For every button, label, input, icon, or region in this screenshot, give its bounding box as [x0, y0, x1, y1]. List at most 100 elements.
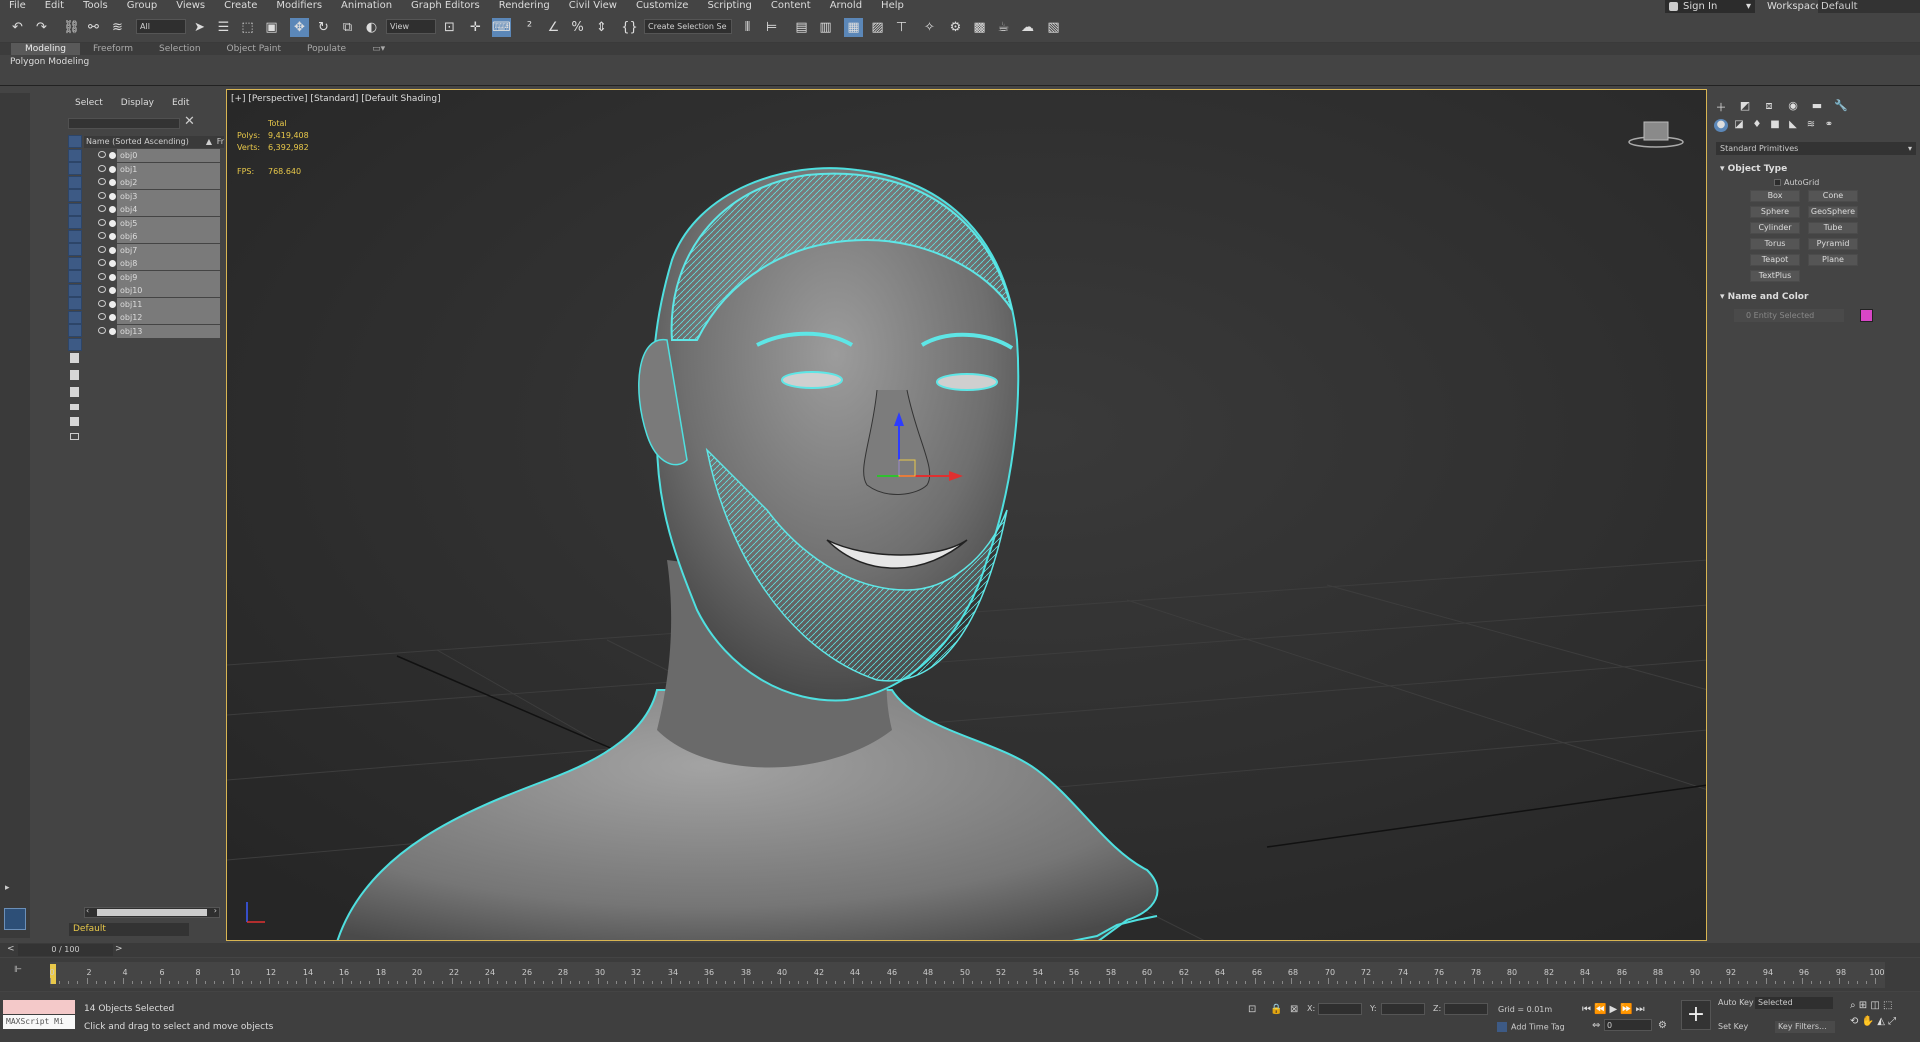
- unlink-icon[interactable]: ⚯: [84, 18, 103, 37]
- scrollbar-thumb[interactable]: [97, 909, 207, 916]
- primitive-box-button[interactable]: Box: [1750, 190, 1800, 202]
- percent-snap-icon[interactable]: %: [568, 18, 587, 37]
- hierarchy-tab-icon[interactable]: ⧈: [1760, 99, 1778, 113]
- scene-filter-icon[interactable]: [68, 135, 82, 148]
- ribbon-tab-object-paint[interactable]: Object Paint: [214, 43, 294, 55]
- maximize-viewport-icon[interactable]: ⬚: [1883, 1000, 1892, 1011]
- filter-icon[interactable]: [70, 417, 79, 426]
- scene-object-row[interactable]: obj2: [84, 176, 220, 190]
- systems-icon[interactable]: ⚭: [1822, 119, 1836, 132]
- freeze-icon[interactable]: [109, 206, 116, 213]
- render-preview-icon[interactable]: ▧: [1044, 18, 1063, 37]
- menu-views[interactable]: Views: [167, 0, 215, 12]
- scene-filter-icon[interactable]: [68, 148, 82, 162]
- go-to-end-icon[interactable]: ⏭: [1636, 1004, 1648, 1015]
- toggle-ribbon-icon[interactable]: ▦: [844, 18, 863, 37]
- time-slider-thumb[interactable]: 0 / 100: [18, 944, 113, 956]
- viewcube-icon[interactable]: [1626, 118, 1686, 150]
- utilities-tab-icon[interactable]: 🔧: [1832, 99, 1850, 113]
- eye-icon[interactable]: [98, 205, 106, 212]
- trackbar[interactable]: ⊩ 0 2 4 6 8 10 12 14 16 18 20 22 24 26 28 30 32 34 36 38 40 4…: [0, 958, 1920, 991]
- scene-filter-icon[interactable]: [68, 175, 82, 189]
- z-coord-field[interactable]: [1444, 1003, 1488, 1015]
- field-of-view-icon[interactable]: ◭: [1877, 1016, 1885, 1027]
- previous-frame-button[interactable]: <: [7, 944, 15, 954]
- ribbon-tab-populate[interactable]: Populate: [294, 43, 359, 55]
- scene-filter-icon[interactable]: [68, 337, 82, 351]
- eye-icon[interactable]: [98, 191, 106, 199]
- add-time-tag-button[interactable]: Add Time Tag: [1497, 1022, 1565, 1032]
- ribbon-tab-selection[interactable]: Selection: [146, 43, 213, 55]
- freeze-icon[interactable]: [109, 260, 116, 267]
- auto-key-button[interactable]: Auto Key: [1715, 997, 1754, 1009]
- scene-object-row[interactable]: obj13: [84, 324, 220, 339]
- scene-filter-icon[interactable]: [68, 297, 82, 310]
- ribbon-tab-freeform[interactable]: Freeform: [80, 43, 146, 55]
- shapes-icon[interactable]: ◪: [1732, 119, 1746, 132]
- polygon-modeling-label[interactable]: Polygon Modeling: [10, 57, 89, 67]
- reference-coordinate-dropdown[interactable]: View: [386, 19, 436, 34]
- rectangular-selection-icon[interactable]: ⬚: [238, 18, 257, 37]
- link-icon[interactable]: ⛓: [62, 18, 81, 37]
- align-icon[interactable]: ⊨: [762, 18, 781, 37]
- y-coord-field[interactable]: [1381, 1003, 1425, 1015]
- scene-column-header[interactable]: Name (Sorted Ascending) ▲ Fr: [84, 136, 224, 148]
- scene-filter-icon[interactable]: [68, 243, 82, 256]
- time-slider[interactable]: < 0 / 100 >: [0, 943, 1920, 957]
- schematic-view-icon[interactable]: ⊤: [892, 18, 911, 37]
- freeze-icon[interactable]: [109, 219, 116, 227]
- set-key-button[interactable]: Set Key: [1715, 1021, 1748, 1033]
- viewport-layout-tab[interactable]: [4, 908, 26, 930]
- primitive-textplus-button[interactable]: TextPlus: [1750, 270, 1800, 282]
- freeze-icon[interactable]: [109, 192, 116, 200]
- lights-icon[interactable]: ♦: [1750, 119, 1764, 132]
- scene-scrollbar[interactable]: ‹ ›: [84, 906, 220, 918]
- material-editor-icon[interactable]: ✧: [920, 18, 939, 37]
- menu-graph-editors[interactable]: Graph Editors: [402, 0, 490, 12]
- primitive-sphere-button[interactable]: Sphere: [1750, 206, 1800, 218]
- freeze-icon[interactable]: [109, 165, 116, 173]
- mirror-icon[interactable]: ⫴: [738, 18, 757, 37]
- undo-icon[interactable]: ↶: [8, 18, 27, 37]
- scene-search-input[interactable]: [68, 118, 180, 129]
- ribbon-tab-modeling[interactable]: Modeling: [11, 43, 80, 55]
- autogrid-checkbox[interactable]: AutoGrid: [1774, 178, 1819, 187]
- angle-snap-icon[interactable]: ∠: [544, 18, 563, 37]
- render-in-cloud-icon[interactable]: ☁: [1018, 18, 1037, 37]
- spinner-snap-icon[interactable]: ⇕: [592, 18, 611, 37]
- scene-object-row[interactable]: obj4: [84, 203, 220, 217]
- freeze-icon[interactable]: [109, 152, 116, 159]
- menu-civil-view[interactable]: Civil View: [560, 0, 627, 12]
- eye-icon[interactable]: [98, 245, 106, 253]
- primitive-plane-button[interactable]: Plane: [1808, 254, 1858, 266]
- scene-filter-icon[interactable]: [68, 256, 82, 270]
- scene-filter-icon[interactable]: [68, 229, 82, 243]
- scene-filter-icon[interactable]: [68, 283, 82, 297]
- select-and-scale-icon[interactable]: ⧉: [338, 18, 357, 37]
- keyboard-shortcut-override-icon[interactable]: ⌨: [492, 18, 511, 37]
- viewport-label[interactable]: [+] [Perspective] [Standard] [Default Sh…: [231, 94, 441, 104]
- eye-icon[interactable]: [98, 178, 106, 185]
- modify-tab-icon[interactable]: ◩: [1736, 99, 1754, 113]
- cameras-icon[interactable]: ■: [1768, 119, 1782, 132]
- expand-arrow-icon[interactable]: ▸: [5, 883, 23, 901]
- toggle-layer-explorer-icon[interactable]: ▥: [816, 18, 835, 37]
- play-icon[interactable]: ▶: [1609, 1004, 1620, 1015]
- select-and-move-icon[interactable]: ✥: [290, 18, 309, 37]
- object-type-rollout[interactable]: ▾ Object Type: [1716, 163, 1916, 175]
- scene-tab-select[interactable]: Select: [66, 97, 112, 109]
- rendered-frame-window-icon[interactable]: ▩: [970, 18, 989, 37]
- key-mode-toggle-icon[interactable]: ⇔: [1592, 1020, 1600, 1031]
- toggle-scene-explorer-icon[interactable]: ▤: [792, 18, 811, 37]
- primitive-geosphere-button[interactable]: GeoSphere: [1808, 206, 1858, 218]
- explorer-tool-icon[interactable]: [70, 370, 79, 380]
- selection-filter-dropdown[interactable]: All: [136, 19, 186, 34]
- scene-object-row[interactable]: obj8: [84, 257, 220, 271]
- close-icon[interactable]: ✕: [184, 114, 195, 129]
- scene-filter-icon[interactable]: [68, 310, 82, 324]
- primitive-category-dropdown[interactable]: Standard Primitives ▾: [1716, 142, 1916, 155]
- menu-help[interactable]: Help: [872, 0, 914, 12]
- timeline-ruler[interactable]: 0 2 4 6 8 10 12 14 16 18 20 22 24 26 28 30 32 34 36 38 40 42 4…: [49, 962, 1885, 988]
- display-tab-icon[interactable]: ▬: [1808, 99, 1826, 113]
- eye-icon[interactable]: [98, 232, 106, 239]
